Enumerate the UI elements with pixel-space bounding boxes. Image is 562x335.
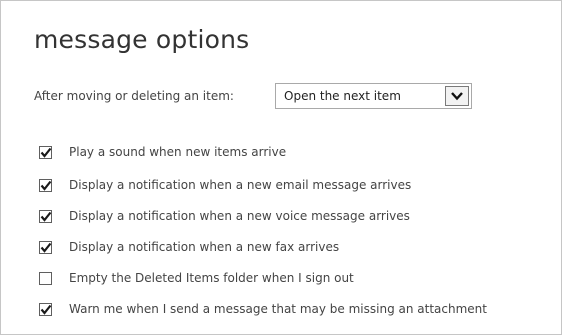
option-empty-deleted-items[interactable]: Empty the Deleted Items folder when I si… xyxy=(39,270,354,286)
option-email-notification[interactable]: Display a notification when a new email … xyxy=(39,177,411,193)
option-label: Display a notification when a new voice … xyxy=(69,209,410,223)
after-move-label: After moving or deleting an item: xyxy=(34,89,234,103)
option-play-sound[interactable]: Play a sound when new items arrive xyxy=(39,144,286,160)
option-label: Display a notification when a new email … xyxy=(69,178,412,192)
checkmark-icon xyxy=(40,211,52,222)
option-label: Empty the Deleted Items folder when I si… xyxy=(69,271,354,285)
dropdown-button[interactable] xyxy=(445,86,469,106)
play-sound-checkbox[interactable] xyxy=(39,145,52,159)
fax-notification-checkbox[interactable] xyxy=(39,240,52,254)
checkmark-icon xyxy=(40,304,52,315)
option-label: Warn me when I send a message that may b… xyxy=(69,302,487,316)
chevron-down-icon xyxy=(451,92,463,101)
after-move-selected-value: Open the next item xyxy=(284,89,401,103)
voice-notification-checkbox[interactable] xyxy=(39,209,52,223)
option-fax-notification[interactable]: Display a notification when a new fax ar… xyxy=(39,239,339,255)
attachment-warning-checkbox[interactable] xyxy=(39,302,52,316)
checkmark-icon xyxy=(40,147,52,158)
checkmark-icon xyxy=(40,242,52,253)
empty-deleted-items-checkbox[interactable] xyxy=(39,271,52,285)
message-options-panel: message options After moving or deleting… xyxy=(0,0,562,335)
option-voice-notification[interactable]: Display a notification when a new voice … xyxy=(39,208,410,224)
email-notification-checkbox[interactable] xyxy=(39,178,52,192)
option-label: Display a notification when a new fax ar… xyxy=(69,240,340,254)
page-title: message options xyxy=(34,25,250,54)
option-attachment-warning[interactable]: Warn me when I send a message that may b… xyxy=(39,301,487,317)
after-move-dropdown[interactable]: Open the next item xyxy=(275,83,472,109)
checkmark-icon xyxy=(40,180,52,191)
option-label: Play a sound when new items arrive xyxy=(69,145,287,159)
